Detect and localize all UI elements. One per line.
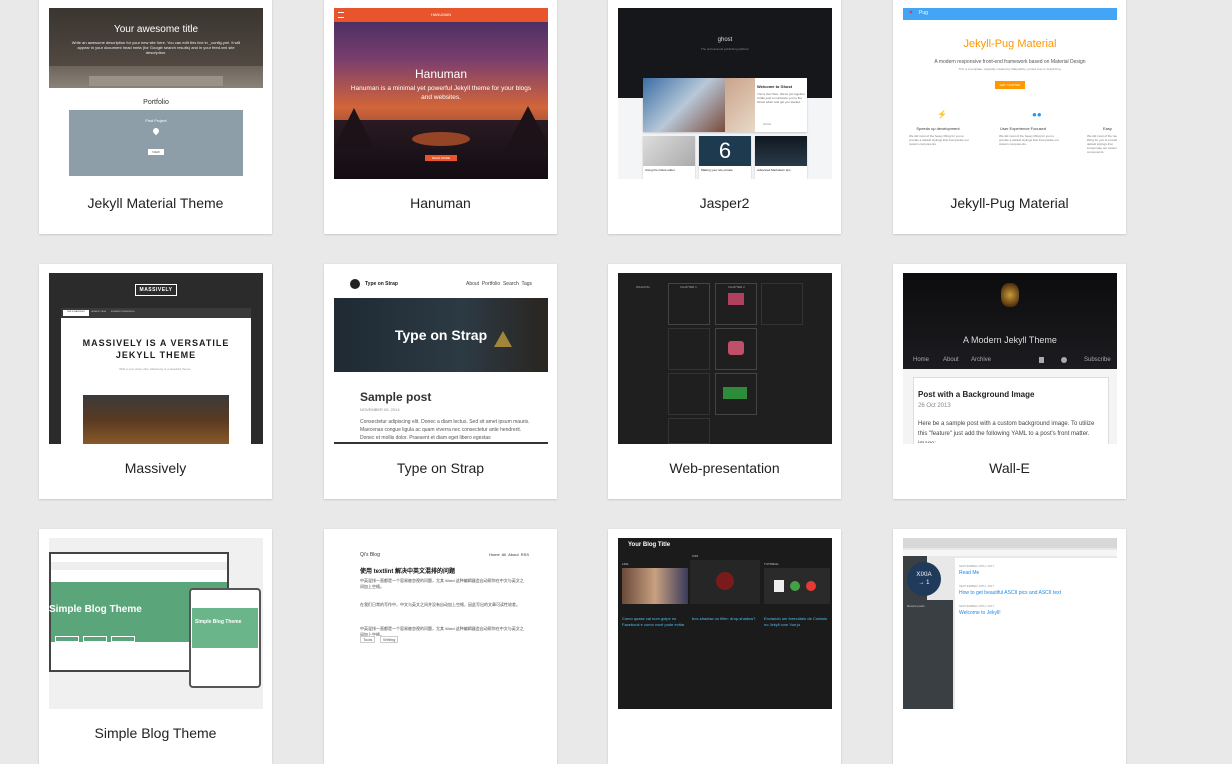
github-icon [1061,357,1067,363]
hero-heading: MASSIVELY IS A VERSATILE JEKYLL THEME [82,338,230,360]
theme-card-massively[interactable]: MASSIVELY THIS IS MASSIVELY GENERIC PAGE… [39,264,272,499]
theme-name: Wall-E [989,460,1030,476]
group-icon: ●● [1032,110,1042,119]
theme-name: Massively [124,460,187,476]
heart-icon: ♥ [909,10,913,16]
hero-heading: Simple Blog Theme [49,604,142,615]
theme-name: Web-presentation [669,460,780,476]
brand: Pug [919,10,928,16]
close-icon [806,581,816,591]
brand: Type on Strap [365,281,398,287]
hero-title: Type on Strap [394,327,488,343]
site-logo: XIXIA → 1 [907,562,941,596]
theme-card-your-blog-title[interactable]: Your Blog Title LIFE CSS TUTORIAL Como q… [608,529,841,764]
theme-card-jekyll-material[interactable]: Your awesome title Write an awesome desc… [39,0,272,234]
hero-heading: Hanuman [414,67,468,81]
theme-thumbnail: MASSIVELY THIS IS MASSIVELY GENERIC PAGE… [49,273,263,444]
theme-thumbnail: Your awesome title Write an awesome desc… [49,8,263,179]
theme-card-jasper2[interactable]: ghost The professional publishing platfo… [608,0,841,234]
section-title: Portfolio [143,99,169,106]
post-date: 26 Oct 2013 [918,403,951,409]
theme-card-simple-blog[interactable]: Simple Blog Theme Simple Blog Theme Simp… [39,529,272,764]
theme-name: Jekyll-Pug Material [950,195,1069,211]
read-more-button: READ MORE [425,155,457,161]
hero-heading: Jekyll-Pug Material [963,38,1057,50]
hero-tagline: A modern responsive front-end framework … [934,59,1086,65]
brand: ghost [717,37,733,43]
theme-thumbnail: Pug ♥ Jekyll-Pug Material A modern respo… [903,8,1117,179]
theme-name: Type on Strap [396,460,485,476]
hero-title: A Modern Jekyll Theme [963,335,1057,345]
theme-thumbnail: HANUMAN Hanuman Hanuman is a minimal yet… [334,8,548,179]
post-title: Post with a Background Image [918,390,1035,399]
theme-card-hanuman[interactable]: HANUMAN Hanuman Hanuman is a minimal yet… [324,0,557,234]
location-icon [151,126,161,136]
theme-name: Hanuman [410,195,471,211]
hero-title: Your awesome title [113,24,199,35]
hero-tagline: Hanuman is a minimal yet powerful Jekyll… [350,85,532,101]
brand: Qi's Blog [360,552,380,558]
theme-name: Simple Blog Theme [94,725,217,741]
theme-thumbnail: WALKING CHAPTER 1 CHAPTER 2 [618,273,832,444]
brand: Your Blog Title [628,542,671,548]
theme-card-jekyll-pug-material[interactable]: Pug ♥ Jekyll-Pug Material A modern respo… [893,0,1126,234]
post-excerpt: Consectetur adipiscing elit. Donec a dia… [360,419,530,441]
theme-card-xixia[interactable]: XIXIA → 1 Recent posts SEPTEMBER 19TH, 2… [893,529,1126,764]
theme-card-wall-e[interactable]: A Modern Jekyll Theme Home About Archive… [893,264,1126,499]
brand: HANUMAN [430,12,452,17]
theme-thumbnail: Simple Blog Theme Simple Blog Theme [49,538,263,709]
top-nav: About Portfolio Search Tags [466,281,533,287]
post-excerpt: Here be a sample post with a custom back… [918,421,1095,443]
post-title: 使用 textlint 解决中英文混排的问题 [360,569,456,575]
theme-thumbnail: ghost The professional publishing platfo… [618,8,832,179]
project-card: First Project VIEW [69,110,243,176]
theme-thumbnail: Qi's Blog Home All About RSS 使用 textlint… [334,538,548,709]
theme-thumbnail: A Modern Jekyll Theme Home About Archive… [903,273,1117,444]
facebook-icon [1039,357,1044,363]
theme-thumbnail: XIXIA → 1 Recent posts SEPTEMBER 19TH, 2… [903,538,1117,709]
top-nav: Home All About RSS [489,552,530,557]
flash-icon: ⚡ [937,110,947,119]
theme-card-type-on-strap[interactable]: Type on Strap About Portfolio Search Tag… [324,264,557,499]
theme-thumbnail: Type on Strap About Portfolio Search Tag… [334,273,548,444]
logo: MASSIVELY [135,284,177,296]
theme-name: Jasper2 [699,195,750,211]
check-icon [790,581,800,591]
post-date: NOVEMBER 09, 2014 [360,407,400,412]
theme-thumbnail: Your Blog Title LIFE CSS TUTORIAL Como q… [618,538,832,709]
theme-card-web-presentation[interactable]: WALKING CHAPTER 1 CHAPTER 2 Web-presenta… [608,264,841,499]
theme-name: Jekyll Material Theme [87,195,224,211]
tagline: The professional publishing platform [700,47,750,51]
logo-icon [350,279,360,289]
hero-text: Write an awesome description for your ne… [71,40,241,55]
theme-card-qis-blog[interactable]: Qi's Blog Home All About RSS 使用 textlint… [324,529,557,764]
post-title: Sample post [360,390,432,404]
get-started-button: GET STARTED [995,81,1025,89]
doc-icon [774,580,784,592]
